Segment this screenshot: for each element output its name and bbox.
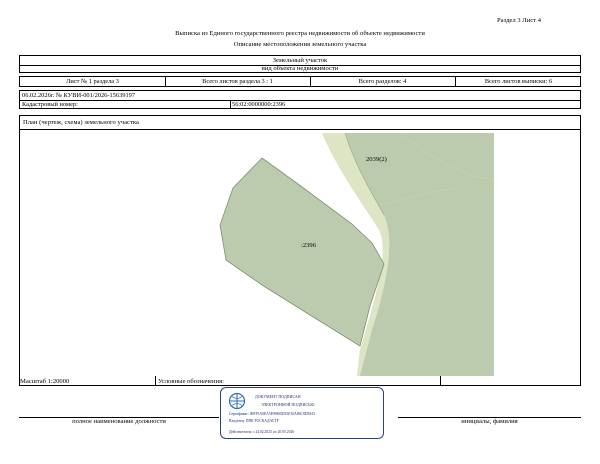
- initials-caption: инициалы, фамилия: [461, 418, 518, 425]
- position-caption: полное наименование должности: [72, 418, 166, 425]
- legend-label: Условные обозначения:: [158, 378, 224, 385]
- stamp-validity: Действителен: с 24.02.2025 по 20.05.2026: [229, 430, 295, 434]
- stamp-owner: Владелец: ППК РОСКАДАСТР: [229, 419, 279, 423]
- e-signature-stamp: ДОКУМЕНТ ПОДПИСАН ЭЛЕКТРОННОЙ ПОДПИСЬЮ С…: [220, 387, 384, 439]
- stamp-line-2: ЭЛЕКТРОННОЙ ПОДПИСЬЮ: [261, 402, 315, 407]
- scale-divider: [155, 376, 156, 385]
- neighbor-parcel-label: 2039(2): [366, 156, 387, 163]
- scale-label: Масштаб 1:20000: [20, 378, 70, 385]
- stamp-line-1: ДОКУМЕНТ ПОДПИСАН: [255, 394, 301, 399]
- parcel-label: :2396: [301, 242, 317, 249]
- legend-divider: [440, 376, 441, 385]
- stamp-certificate: Сертификат: 00FF5A0EA5F09800D35E30A86C8D…: [229, 412, 315, 416]
- signature-emblem-icon: [228, 392, 246, 410]
